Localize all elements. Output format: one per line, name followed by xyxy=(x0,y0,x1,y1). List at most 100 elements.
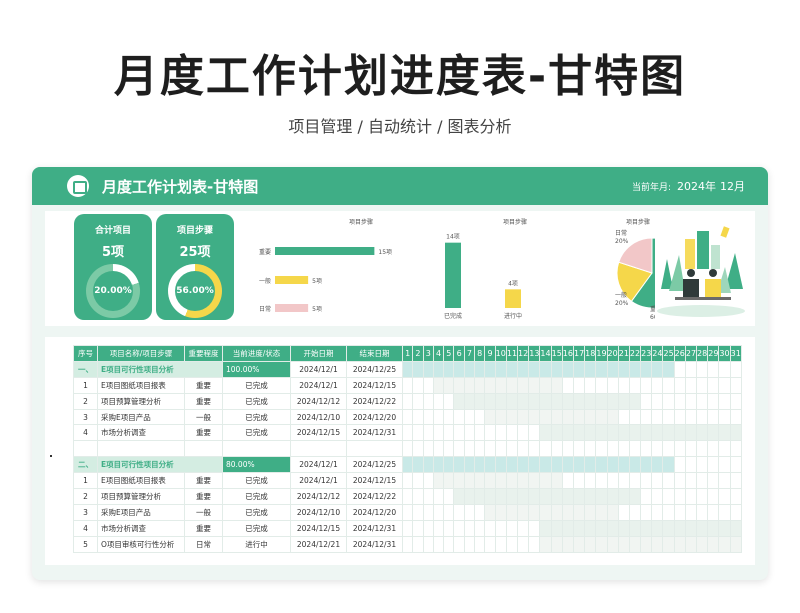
gantt-bar-cell xyxy=(494,456,507,474)
gantt-bar-cell xyxy=(640,360,653,378)
gantt-bar-cell xyxy=(584,503,597,521)
empty-cell xyxy=(572,440,586,458)
gantt-bar-cell xyxy=(617,392,630,410)
gantt-bar-cell xyxy=(561,408,574,426)
gantt-bar-cell xyxy=(606,392,619,410)
gantt-bar-cell xyxy=(640,424,653,442)
gantt-bar-cell xyxy=(494,503,507,521)
gantt-bar-cell xyxy=(584,360,597,378)
gantt-bar-cell xyxy=(718,424,731,442)
phase-end: 2024/12/25 xyxy=(346,360,403,378)
task-start: 2024/12/15 xyxy=(290,424,347,442)
gantt-bar-cell xyxy=(517,503,530,521)
hbar-chart: 项目步骤重要 15项一般 5项日常 5项 xyxy=(259,218,392,313)
day-header: 17 xyxy=(572,345,586,362)
gantt-bar-cell xyxy=(595,408,608,426)
day-cell xyxy=(617,408,630,426)
day-header: 28 xyxy=(696,345,709,362)
ring-percent: 56.00% xyxy=(175,271,215,311)
day-cell xyxy=(443,488,455,505)
task-row[interactable]: 4 市场分析调查 重要 已完成 2024/12/15 2024/12/31 xyxy=(73,424,742,442)
day-cell xyxy=(729,456,742,474)
empty-cell xyxy=(628,440,642,458)
task-importance: 重要 xyxy=(184,519,223,537)
day-cell xyxy=(484,519,496,537)
gantt-bar-cell xyxy=(494,376,507,394)
gantt-bar-cell xyxy=(651,424,664,442)
gantt-bar-cell xyxy=(707,424,720,442)
day-cell xyxy=(422,519,434,537)
gantt-bar-cell xyxy=(606,424,619,442)
day-cell xyxy=(484,424,496,442)
task-importance: 一般 xyxy=(184,503,223,521)
gantt-bar-cell xyxy=(528,360,541,378)
task-row[interactable]: 1 E项目图纸项目报表 重要 已完成 2024/12/1 2024/12/15 xyxy=(73,376,742,394)
day-cell xyxy=(453,503,465,521)
empty-cell xyxy=(494,440,507,458)
empty-cell xyxy=(443,440,455,458)
gantt-bar-cell xyxy=(505,488,519,505)
day-cell xyxy=(718,488,731,505)
task-importance: 日常 xyxy=(184,535,223,553)
day-cell xyxy=(474,424,486,442)
day-cell xyxy=(640,503,653,521)
gantt-bar-cell xyxy=(561,424,574,442)
task-row[interactable]: 2 项目预算管理分析 重要 已完成 2024/12/12 2024/12/22 xyxy=(73,488,742,505)
task-status: 已完成 xyxy=(222,503,291,521)
kpi-label: 合计项目 xyxy=(94,226,131,236)
gantt-bar-cell xyxy=(550,472,563,490)
phase-row[interactable]: 一、 E项目可行性项目分析 100.00% 2024/12/1 2024/12/25 xyxy=(73,360,742,378)
gantt-bar-cell xyxy=(662,360,675,378)
task-row[interactable]: 5 O项目审核可行性分析 日常 进行中 2024/12/21 2024/12/31 xyxy=(73,535,742,553)
gantt-bar-cell xyxy=(539,503,552,521)
task-row[interactable]: 4 市场分析调查 重要 已完成 2024/12/15 2024/12/31 xyxy=(73,519,742,537)
data-label: 15项 xyxy=(378,249,392,256)
gantt-panel: 序号 项目名称/项目步骤 重要程度 当前进度/状态 开始日期 结束日期 1 2 3 4 5 6 7 8 9 1… xyxy=(45,337,755,565)
task-number: 4 xyxy=(73,424,98,442)
day-cell xyxy=(412,535,424,553)
task-row[interactable]: 3 采购E项目产品 一般 已完成 2024/12/10 2024/12/20 xyxy=(73,503,742,521)
day-cell xyxy=(673,503,686,521)
gantt-bar-cell xyxy=(572,488,586,505)
day-cell xyxy=(422,408,434,426)
gantt-bar-cell xyxy=(606,535,619,553)
gantt-bar-cell xyxy=(595,360,608,378)
day-header: 24 xyxy=(651,345,664,362)
day-cell xyxy=(617,472,630,490)
task-number: 2 xyxy=(73,392,98,410)
phase-number: 二、 xyxy=(73,456,98,474)
day-cell xyxy=(617,503,630,521)
task-start: 2024/12/1 xyxy=(290,472,347,490)
task-importance: 重要 xyxy=(184,488,223,505)
day-cell xyxy=(729,360,742,378)
day-header: 11 xyxy=(505,345,519,362)
gantt-bar-cell xyxy=(463,360,476,378)
task-name: 采购E项目产品 xyxy=(97,503,185,521)
task-number: 4 xyxy=(73,519,98,537)
gantt-bar-cell xyxy=(550,456,563,474)
phase-end: 2024/12/25 xyxy=(346,456,403,474)
task-end: 2024/12/22 xyxy=(346,392,403,410)
day-cell xyxy=(505,535,519,553)
task-row[interactable]: 2 项目预算管理分析 重要 已完成 2024/12/12 2024/12/22 xyxy=(73,392,742,410)
month-value[interactable]: 12月 xyxy=(720,178,745,194)
task-end: 2024/12/31 xyxy=(346,519,403,537)
data-label: 14项 xyxy=(446,234,460,241)
day-cell xyxy=(707,503,720,521)
gantt-bar-cell xyxy=(539,376,552,394)
day-cell xyxy=(729,503,742,521)
gantt-bar-cell xyxy=(606,456,619,474)
task-row[interactable]: 1 E项目图纸项目报表 重要 已完成 2024/12/1 2024/12/15 xyxy=(73,472,742,490)
gantt-bar-cell xyxy=(606,408,619,426)
task-row[interactable]: 3 采购E项目产品 一般 已完成 2024/12/10 2024/12/20 xyxy=(73,408,742,426)
day-header: 19 xyxy=(595,345,608,362)
phase-row[interactable]: 二、 E项目可行性项目分析 80.00% 2024/12/1 2024/12/25 xyxy=(73,456,742,474)
day-cell xyxy=(718,360,731,378)
day-cell xyxy=(640,472,653,490)
task-number: 3 xyxy=(73,408,98,426)
year-value[interactable]: 2024年 xyxy=(677,178,716,194)
day-cell xyxy=(443,503,455,521)
gantt-bar-cell xyxy=(474,488,486,505)
gantt-bar-cell xyxy=(561,456,574,474)
day-cell xyxy=(463,519,476,537)
